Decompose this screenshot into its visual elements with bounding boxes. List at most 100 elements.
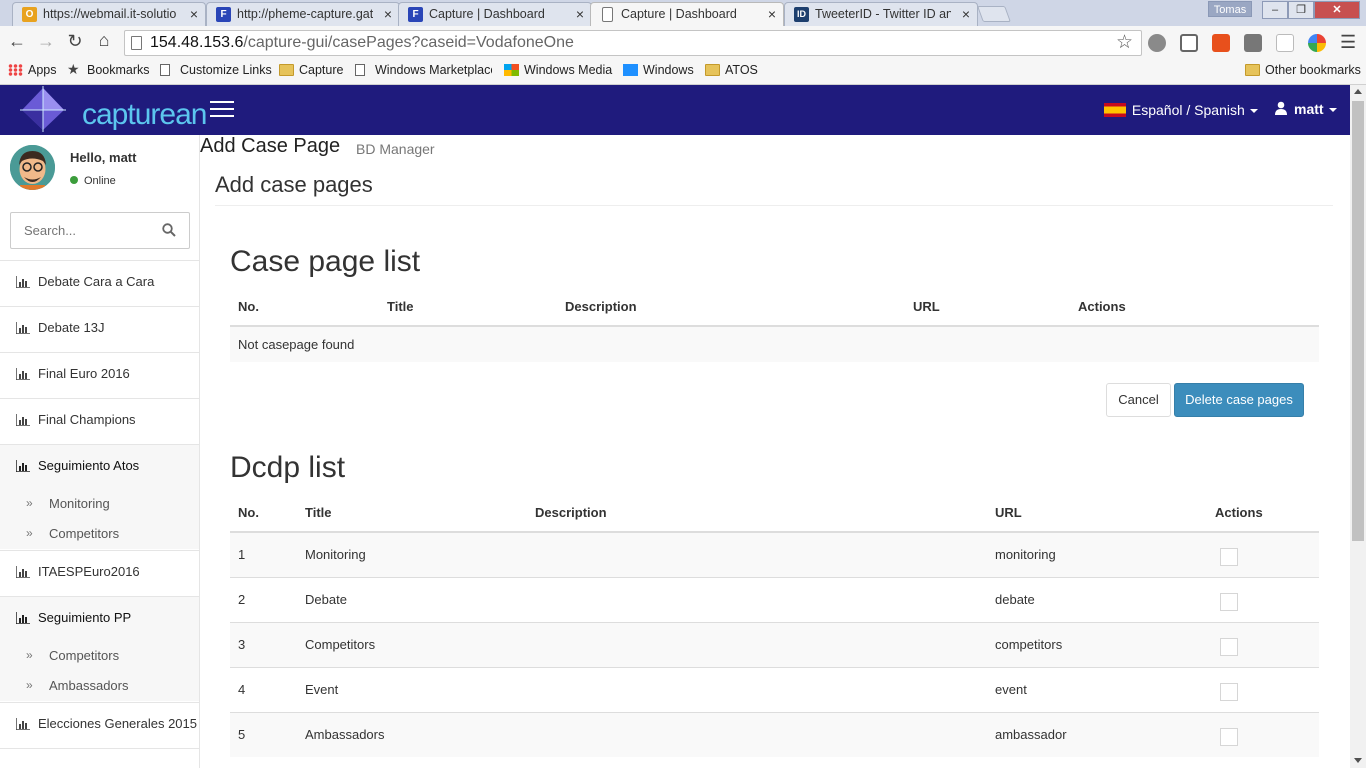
browser-tab-strip: O https://webmail.it-solutio × F http://… (0, 0, 1366, 27)
sidebar-subitem-ambassadors[interactable]: » Ambassadors (0, 671, 199, 701)
home-icon[interactable]: ⌂ (93, 30, 115, 51)
forward-arrow-icon[interactable]: → (35, 31, 57, 52)
user-menu[interactable]: matt (1274, 101, 1337, 117)
other-bookmarks[interactable]: Other bookmarks (1245, 63, 1361, 77)
select-checkbox[interactable] (1220, 683, 1238, 701)
select-checkbox[interactable] (1220, 728, 1238, 747)
sidebar-subitem-label: Ambassadors (49, 678, 129, 693)
sidebar-item-debate-cara-a-cara[interactable]: Debate Cara a Cara (0, 260, 199, 306)
extension-icon[interactable] (1308, 34, 1326, 52)
bookmark-apps[interactable]: Apps (8, 63, 57, 77)
row-number: 3 (230, 621, 297, 667)
bar-chart-icon (16, 276, 30, 288)
table-row: 2 Debate debate (230, 576, 1319, 622)
sidebar-item-elecciones-generales-2015[interactable]: Elecciones Generales 2015 (0, 702, 199, 748)
row-actions (1207, 531, 1319, 577)
avatar (10, 145, 55, 190)
scroll-up-arrow-icon[interactable] (1354, 89, 1362, 94)
sidebar-subitem-monitoring[interactable]: » Monitoring (0, 489, 199, 519)
sidebar-item-more[interactable] (0, 748, 199, 768)
select-checkbox[interactable] (1220, 548, 1238, 567)
reload-icon[interactable]: ↻ (64, 31, 86, 52)
bookmark-label: Windows Marketplace (375, 63, 492, 77)
row-number: 1 (230, 531, 297, 577)
bookmark-atos[interactable]: ATOS (705, 63, 758, 77)
row-number: 5 (230, 711, 297, 757)
back-arrow-icon[interactable]: ← (6, 31, 28, 52)
bookmark-windows[interactable]: Windows (623, 63, 694, 77)
new-tab-button[interactable] (977, 6, 1011, 22)
select-checkbox[interactable] (1220, 593, 1238, 611)
close-tab-icon[interactable]: × (190, 6, 198, 22)
extension-icon[interactable] (1276, 34, 1294, 52)
page-info-icon[interactable] (131, 36, 142, 50)
chrome-menu-icon[interactable]: ☰ (1340, 32, 1356, 53)
browser-tab[interactable]: O https://webmail.it-solutio × (12, 2, 206, 26)
select-checkbox[interactable] (1220, 638, 1238, 656)
close-tab-icon[interactable]: × (576, 6, 584, 22)
pheme-favicon-icon: F (216, 7, 231, 22)
bar-chart-icon (16, 414, 30, 426)
office-icon[interactable] (1212, 34, 1230, 52)
close-tab-icon[interactable]: × (384, 6, 392, 22)
vertical-scrollbar[interactable] (1350, 85, 1366, 768)
bookmark-label: Other bookmarks (1265, 63, 1361, 77)
window-profile-name[interactable]: Tomas (1208, 1, 1252, 17)
cast-icon[interactable] (1180, 34, 1198, 52)
close-tab-icon[interactable]: × (768, 6, 776, 22)
sidebar-item-label: Seguimiento PP (38, 610, 132, 625)
bookmark-customize-links[interactable]: Customize Links (160, 63, 272, 77)
bookmarks-bar: Apps ★ Bookmarks Customize Links Capture… (0, 58, 1366, 85)
column-header: Description (557, 288, 905, 327)
sidebar-item-seguimiento-pp[interactable]: Seguimiento PP (0, 596, 199, 642)
row-description (527, 711, 987, 757)
empty-message: Not casepage found (230, 325, 1319, 362)
bar-chart-icon (16, 566, 30, 578)
bookmark-windows-marketplace[interactable]: Windows Marketplace (355, 63, 492, 77)
sidebar-item-itaespeuro2016[interactable]: ITAESPEuro2016 (0, 550, 199, 596)
browser-tab[interactable]: F Capture | Dashboard × (398, 2, 592, 26)
sidebar: Hello, matt Online Debate Cara a Cara De… (0, 135, 200, 768)
bookmark-star-icon[interactable]: ☆ (1116, 31, 1133, 54)
sidebar-item-final-euro-2016[interactable]: Final Euro 2016 (0, 352, 199, 398)
search-icon[interactable] (162, 223, 176, 237)
double-chevron-right-icon: » (26, 648, 33, 662)
row-actions (1207, 576, 1319, 622)
sidebar-subitem-competitors[interactable]: » Competitors (0, 641, 199, 671)
app-logo[interactable]: capturean (20, 85, 207, 135)
box-title: Add case pages (215, 172, 373, 197)
sidebar-item-debate-13j[interactable]: Debate 13J (0, 306, 199, 352)
column-header: No. (230, 288, 379, 327)
bookmark-capture[interactable]: Capture (279, 63, 343, 77)
sidebar-subitem-competitors[interactable]: » Competitors (0, 519, 199, 549)
close-tab-icon[interactable]: × (962, 6, 970, 22)
table-row: 5 Ambassadors ambassador (230, 711, 1319, 757)
language-selector[interactable]: Español / Spanish (1104, 102, 1258, 118)
minimize-window-button[interactable]: – (1262, 1, 1288, 19)
bookmark-bookmarks[interactable]: ★ Bookmarks (67, 61, 150, 77)
column-header: URL (905, 288, 1070, 327)
browser-tab-title: Capture | Dashboard (621, 7, 737, 21)
cancel-button[interactable]: Cancel (1106, 383, 1171, 417)
address-bar[interactable]: 154.48.153.6/capture-gui/casePages?casei… (124, 30, 1142, 56)
column-header: Description (527, 494, 987, 533)
column-header: Actions (1207, 494, 1319, 533)
sidebar-toggle-button[interactable] (210, 101, 234, 119)
browser-tab-title: Capture | Dashboard (429, 7, 545, 21)
scroll-down-arrow-icon[interactable] (1354, 758, 1362, 763)
extension-icon[interactable] (1244, 34, 1262, 52)
double-chevron-right-icon: » (26, 678, 33, 692)
sidebar-item-final-champions[interactable]: Final Champions (0, 398, 199, 444)
scrollbar-thumb[interactable] (1352, 101, 1364, 541)
delete-case-pages-button[interactable]: Delete case pages (1174, 383, 1304, 417)
bar-chart-icon (16, 718, 30, 730)
close-window-button[interactable]: ✕ (1314, 1, 1360, 19)
extension-icon[interactable] (1148, 34, 1166, 52)
bookmark-windows-media[interactable]: Windows Media (504, 63, 612, 77)
browser-tab[interactable]: ID TweeterID - Twitter ID anc × (784, 2, 978, 26)
sidebar-item-seguimiento-atos[interactable]: Seguimiento Atos (0, 444, 199, 490)
browser-tab[interactable]: F http://pheme-capture.gat × (206, 2, 400, 26)
browser-tab-active[interactable]: Capture | Dashboard × (590, 2, 784, 27)
row-title: Competitors (297, 621, 527, 667)
maximize-window-button[interactable]: ❐ (1288, 1, 1314, 19)
